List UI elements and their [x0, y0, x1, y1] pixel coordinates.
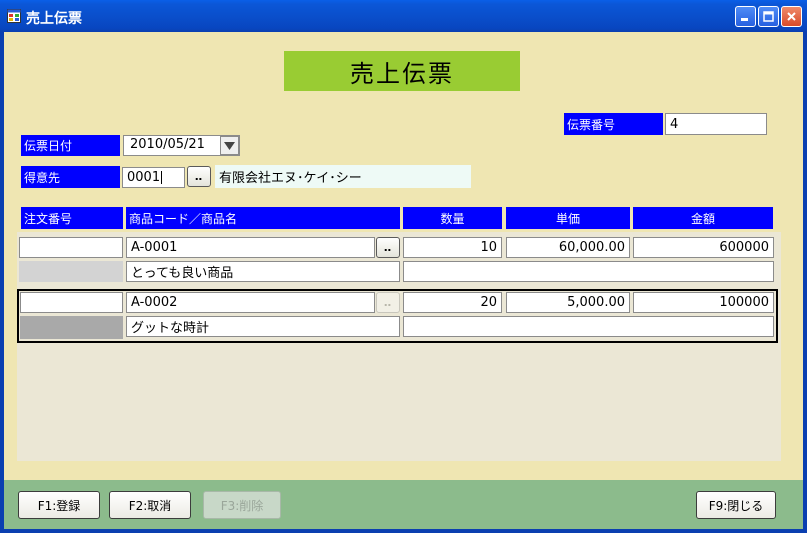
- row1-quantity[interactable]: 10: [403, 237, 502, 258]
- row2-quantity[interactable]: 20: [403, 292, 502, 313]
- maximize-icon: [763, 11, 774, 22]
- f3-delete-button[interactable]: F3:削除: [203, 491, 281, 519]
- maximize-button[interactable]: [758, 6, 779, 27]
- f1-register-button[interactable]: F1:登録: [18, 491, 100, 519]
- header-quantity: 数量: [403, 207, 502, 229]
- row2-product-name[interactable]: グットな時計: [126, 316, 400, 337]
- row1-note[interactable]: [403, 261, 774, 282]
- close-button[interactable]: [781, 6, 802, 27]
- f9-close-button[interactable]: F9:閉じる: [696, 491, 776, 519]
- row1-order-number-blank: [19, 261, 123, 282]
- row1-order-number[interactable]: [19, 237, 123, 258]
- slip-number-label: 伝票番号: [564, 113, 663, 135]
- row2-unit-price[interactable]: 5,000.00: [506, 292, 630, 313]
- date-dropdown-button[interactable]: [220, 136, 239, 155]
- window-frame-bottom: [0, 529, 807, 533]
- customer-label: 得意先: [21, 166, 120, 188]
- minimize-button[interactable]: [735, 6, 756, 27]
- minimize-icon: [741, 18, 748, 21]
- window-frame-right: [803, 32, 807, 533]
- header-order-number: 注文番号: [21, 207, 123, 229]
- row2-product-lookup-button[interactable]: ‥: [376, 292, 400, 313]
- row2-product-code[interactable]: A-0002: [126, 292, 375, 313]
- header-unit-price: 単価: [506, 207, 630, 229]
- header-product: 商品コード／商品名: [126, 207, 400, 229]
- customer-code-field[interactable]: 0001: [122, 167, 185, 188]
- header-amount: 金額: [633, 207, 773, 229]
- row2-order-number-blank: [20, 316, 123, 339]
- dropdown-arrow-icon: [224, 141, 235, 150]
- row2-order-number[interactable]: [20, 292, 123, 313]
- row2-amount[interactable]: 100000: [633, 292, 774, 313]
- slip-date-value: 2010/05/21: [130, 137, 205, 152]
- slip-date-label: 伝票日付: [21, 135, 120, 156]
- row2-note[interactable]: [403, 316, 774, 337]
- row1-unit-price[interactable]: 60,000.00: [506, 237, 630, 258]
- row1-product-lookup-button[interactable]: ‥: [376, 237, 400, 258]
- close-icon: [787, 12, 796, 21]
- window-title: 売上伝票: [26, 11, 82, 27]
- row1-amount[interactable]: 600000: [633, 237, 774, 258]
- slip-number-field[interactable]: 4: [665, 113, 767, 135]
- f2-cancel-button[interactable]: F2:取消: [109, 491, 191, 519]
- page-title: 売上伝票: [284, 51, 520, 91]
- app-icon: [7, 9, 21, 23]
- customer-lookup-button[interactable]: ‥: [187, 166, 211, 187]
- row1-product-name[interactable]: とっても良い商品: [126, 261, 400, 282]
- title-bar[interactable]: [0, 0, 807, 32]
- customer-name-display: 有限会社エヌ･ケイ･シー: [215, 165, 471, 188]
- row1-product-code[interactable]: A-0001: [126, 237, 375, 258]
